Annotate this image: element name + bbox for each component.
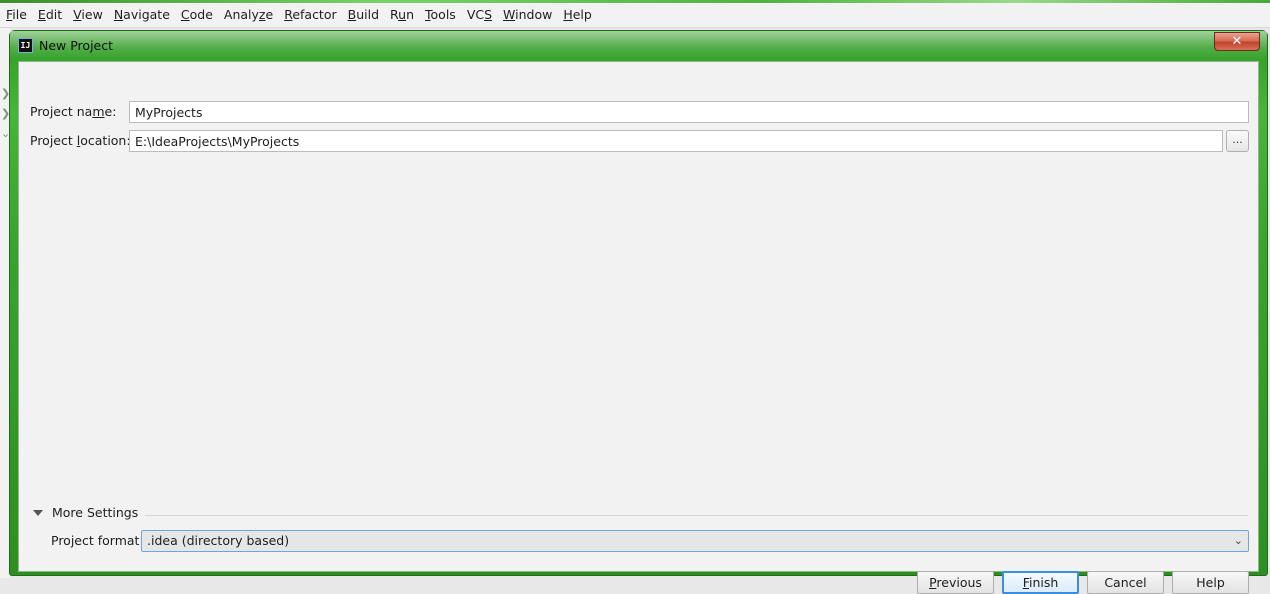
menu-help[interactable]: Help <box>558 3 598 27</box>
more-settings-label: More Settings <box>52 505 139 520</box>
menu-vcs[interactable]: VCS <box>461 3 497 27</box>
chevron-down-icon: ⌄ <box>1233 534 1243 547</box>
project-name-label: Project name: <box>30 104 117 119</box>
project-format-label: Project format: <box>51 533 144 548</box>
previous-button[interactable]: Previous <box>917 571 994 594</box>
menu-refactor[interactable]: Refactor <box>279 3 342 27</box>
menu-navigate[interactable]: Navigate <box>108 3 175 27</box>
intellij-logo-icon: IJ <box>18 38 33 53</box>
project-format-value: .idea (directory based) <box>147 533 290 548</box>
menu-build[interactable]: Build <box>342 3 384 27</box>
menu-run[interactable]: Run <box>385 3 420 27</box>
menu-code[interactable]: Code <box>175 3 218 27</box>
project-format-select[interactable]: .idea (directory based) ⌄ <box>141 530 1249 552</box>
menu-bar: File Edit View Navigate Code Analyze Ref… <box>0 3 1270 28</box>
menu-window[interactable]: Window <box>498 3 558 27</box>
dialog-title: New Project <box>39 38 114 53</box>
new-project-dialog: IJ New Project ✕ Project name: Project l… <box>9 30 1268 594</box>
cancel-button[interactable]: Cancel <box>1087 571 1164 594</box>
dialog-titlebar[interactable]: IJ New Project ✕ <box>10 31 1267 59</box>
project-name-input[interactable] <box>129 101 1249 123</box>
dialog-content: Project name: Project location: ... More… <box>18 61 1259 594</box>
menu-file[interactable]: File <box>0 3 32 27</box>
project-location-label: Project location: <box>30 133 131 148</box>
separator <box>145 515 1248 516</box>
menu-analyze[interactable]: Analyze <box>218 3 278 27</box>
more-settings-toggle[interactable]: More Settings <box>33 505 138 520</box>
browse-button[interactable]: ... <box>1226 130 1249 152</box>
help-button[interactable]: Help <box>1172 571 1249 594</box>
close-icon: ✕ <box>1231 34 1243 49</box>
triangle-down-icon <box>33 509 43 516</box>
menu-view[interactable]: View <box>68 3 109 27</box>
menu-tools[interactable]: Tools <box>420 3 462 27</box>
menu-edit[interactable]: Edit <box>32 3 67 27</box>
finish-button[interactable]: Finish <box>1002 571 1079 594</box>
close-button[interactable]: ✕ <box>1214 32 1260 51</box>
project-location-input[interactable] <box>129 130 1223 152</box>
